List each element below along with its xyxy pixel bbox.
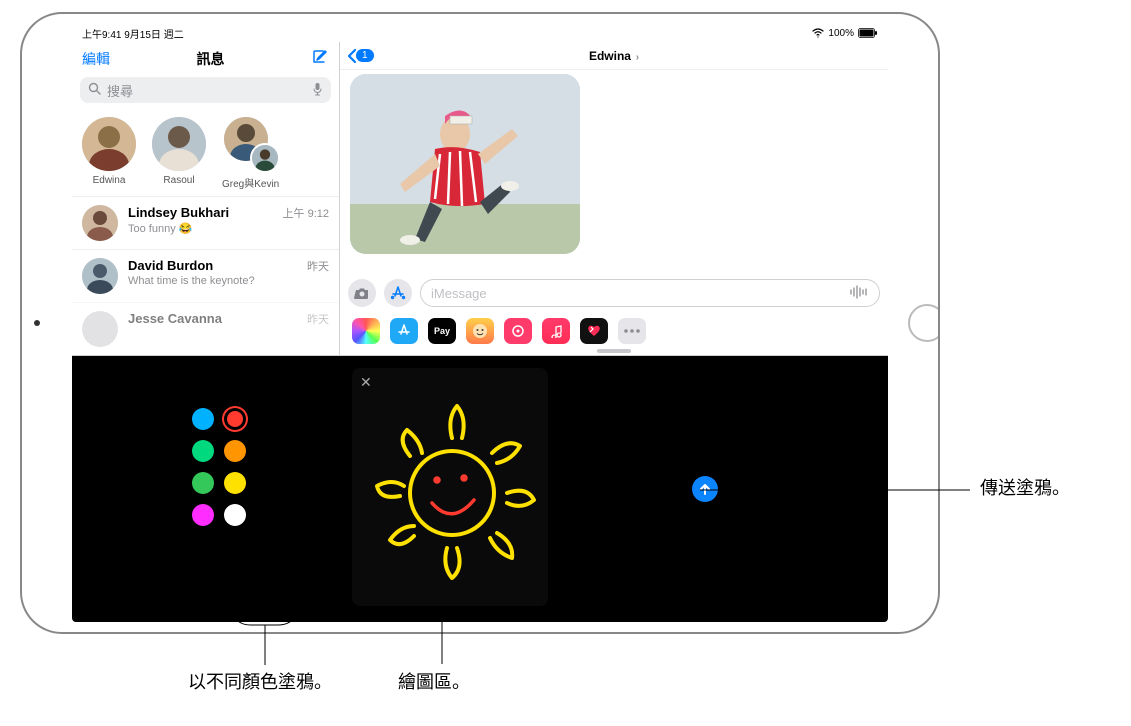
search-icon <box>88 82 101 98</box>
more-apps-icon[interactable] <box>618 318 646 344</box>
callout-colors: 以不同顏色塗鴉。 <box>188 668 332 694</box>
color-swatch[interactable] <box>224 472 246 494</box>
pinned-name: Greg與Kevin <box>222 175 279 190</box>
front-camera-dot <box>34 320 40 326</box>
conversation-list-sidebar: 編輯 訊息 搜尋 <box>72 42 340 355</box>
ipad-frame: 上午9:41 9月15日 週二 100% 編輯 訊息 <box>20 12 940 634</box>
edit-button[interactable]: 編輯 <box>82 49 110 69</box>
conversation-pane: 1 Edwina › <box>340 42 888 355</box>
color-swatch[interactable] <box>192 440 214 462</box>
app-store-app-icon[interactable] <box>390 318 418 344</box>
camera-button[interactable] <box>348 279 376 307</box>
pinned-row: Edwina Rasoul Greg與Kevin <box>72 107 339 196</box>
color-swatch[interactable] <box>192 472 214 494</box>
sidebar-title: 訊息 <box>197 49 225 69</box>
conversation-name: David Burdon <box>128 258 297 273</box>
audio-waveform-icon[interactable] <box>849 285 869 302</box>
search-input[interactable]: 搜尋 <box>80 77 331 103</box>
pinned-name: Edwina <box>93 175 126 186</box>
pinned-name: Rasoul <box>163 175 194 186</box>
color-swatch[interactable] <box>224 504 246 526</box>
avatar-group <box>224 117 278 171</box>
status-bar: 上午9:41 9月15日 週二 100% <box>72 24 888 42</box>
messages-area[interactable] <box>340 70 888 273</box>
hashtag-app-icon[interactable] <box>504 318 532 344</box>
drawer-handle[interactable] <box>597 349 631 353</box>
conversation-row[interactable]: Jesse Cavanna 昨天 <box>72 302 339 355</box>
app-store-button[interactable] <box>384 279 412 307</box>
avatar <box>82 117 136 171</box>
avatar <box>82 311 118 347</box>
conversation-time: 昨天 <box>307 258 329 274</box>
battery-percent: 100% <box>828 28 854 39</box>
avatar <box>82 258 118 294</box>
pinned-contact[interactable]: Edwina <box>82 117 136 186</box>
conversation-time: 上午 9:12 <box>283 205 329 221</box>
message-input-row: iMessage <box>340 273 888 313</box>
conversation-header: 1 Edwina › <box>340 42 888 70</box>
color-swatch[interactable] <box>192 408 214 430</box>
wifi-icon <box>812 28 824 38</box>
dictation-icon[interactable] <box>312 82 323 99</box>
avatar <box>152 117 206 171</box>
screen: 上午9:41 9月15日 週二 100% 編輯 訊息 <box>72 24 888 622</box>
color-palette <box>192 408 246 526</box>
received-photo-message[interactable] <box>350 74 580 254</box>
app-drawer: Pay <box>340 313 888 349</box>
conversation-row[interactable]: David Burdon What time is the keynote? 昨… <box>72 249 339 302</box>
home-button[interactable] <box>908 304 940 342</box>
battery-icon <box>858 28 878 38</box>
compose-button[interactable] <box>311 48 329 69</box>
apple-pay-app-icon[interactable]: Pay <box>428 318 456 344</box>
conversation-time: 昨天 <box>307 311 329 327</box>
callout-send: 傳送塗鴉。 <box>980 474 1070 500</box>
callout-canvas: 繪圖區。 <box>398 668 470 694</box>
pinned-contact[interactable]: Greg與Kevin <box>222 117 279 190</box>
conversation-name: Lindsey Bukhari <box>128 205 273 220</box>
conversation-preview: What time is the keynote? <box>128 275 297 287</box>
conversation-preview: Too funny 😂 <box>128 222 273 235</box>
message-input[interactable]: iMessage <box>420 279 880 307</box>
color-swatch[interactable] <box>192 504 214 526</box>
conversation-title[interactable]: Edwina › <box>589 49 639 63</box>
digital-touch-app-icon[interactable] <box>580 318 608 344</box>
drawing-canvas[interactable]: ✕ <box>352 368 548 606</box>
memoji-app-icon[interactable] <box>466 318 494 344</box>
avatar <box>82 205 118 241</box>
conversation-name: Jesse Cavanna <box>128 311 297 326</box>
conversation-list[interactable]: Lindsey Bukhari Too funny 😂 上午 9:12 Davi… <box>72 196 339 355</box>
color-swatch[interactable] <box>224 440 246 462</box>
status-time: 上午9:41 9月15日 週二 <box>82 26 184 41</box>
pinned-contact[interactable]: Rasoul <box>152 117 206 186</box>
chevron-right-icon: › <box>633 52 639 63</box>
conversation-row[interactable]: Lindsey Bukhari Too funny 😂 上午 9:12 <box>72 196 339 249</box>
search-placeholder: 搜尋 <box>107 81 133 100</box>
unread-badge: 1 <box>356 49 374 62</box>
color-swatch[interactable] <box>227 411 243 427</box>
message-placeholder: iMessage <box>431 286 487 301</box>
back-button[interactable]: 1 <box>346 48 374 64</box>
music-app-icon[interactable] <box>542 318 570 344</box>
close-canvas-button[interactable]: ✕ <box>360 374 372 391</box>
photos-app-icon[interactable] <box>352 318 380 344</box>
